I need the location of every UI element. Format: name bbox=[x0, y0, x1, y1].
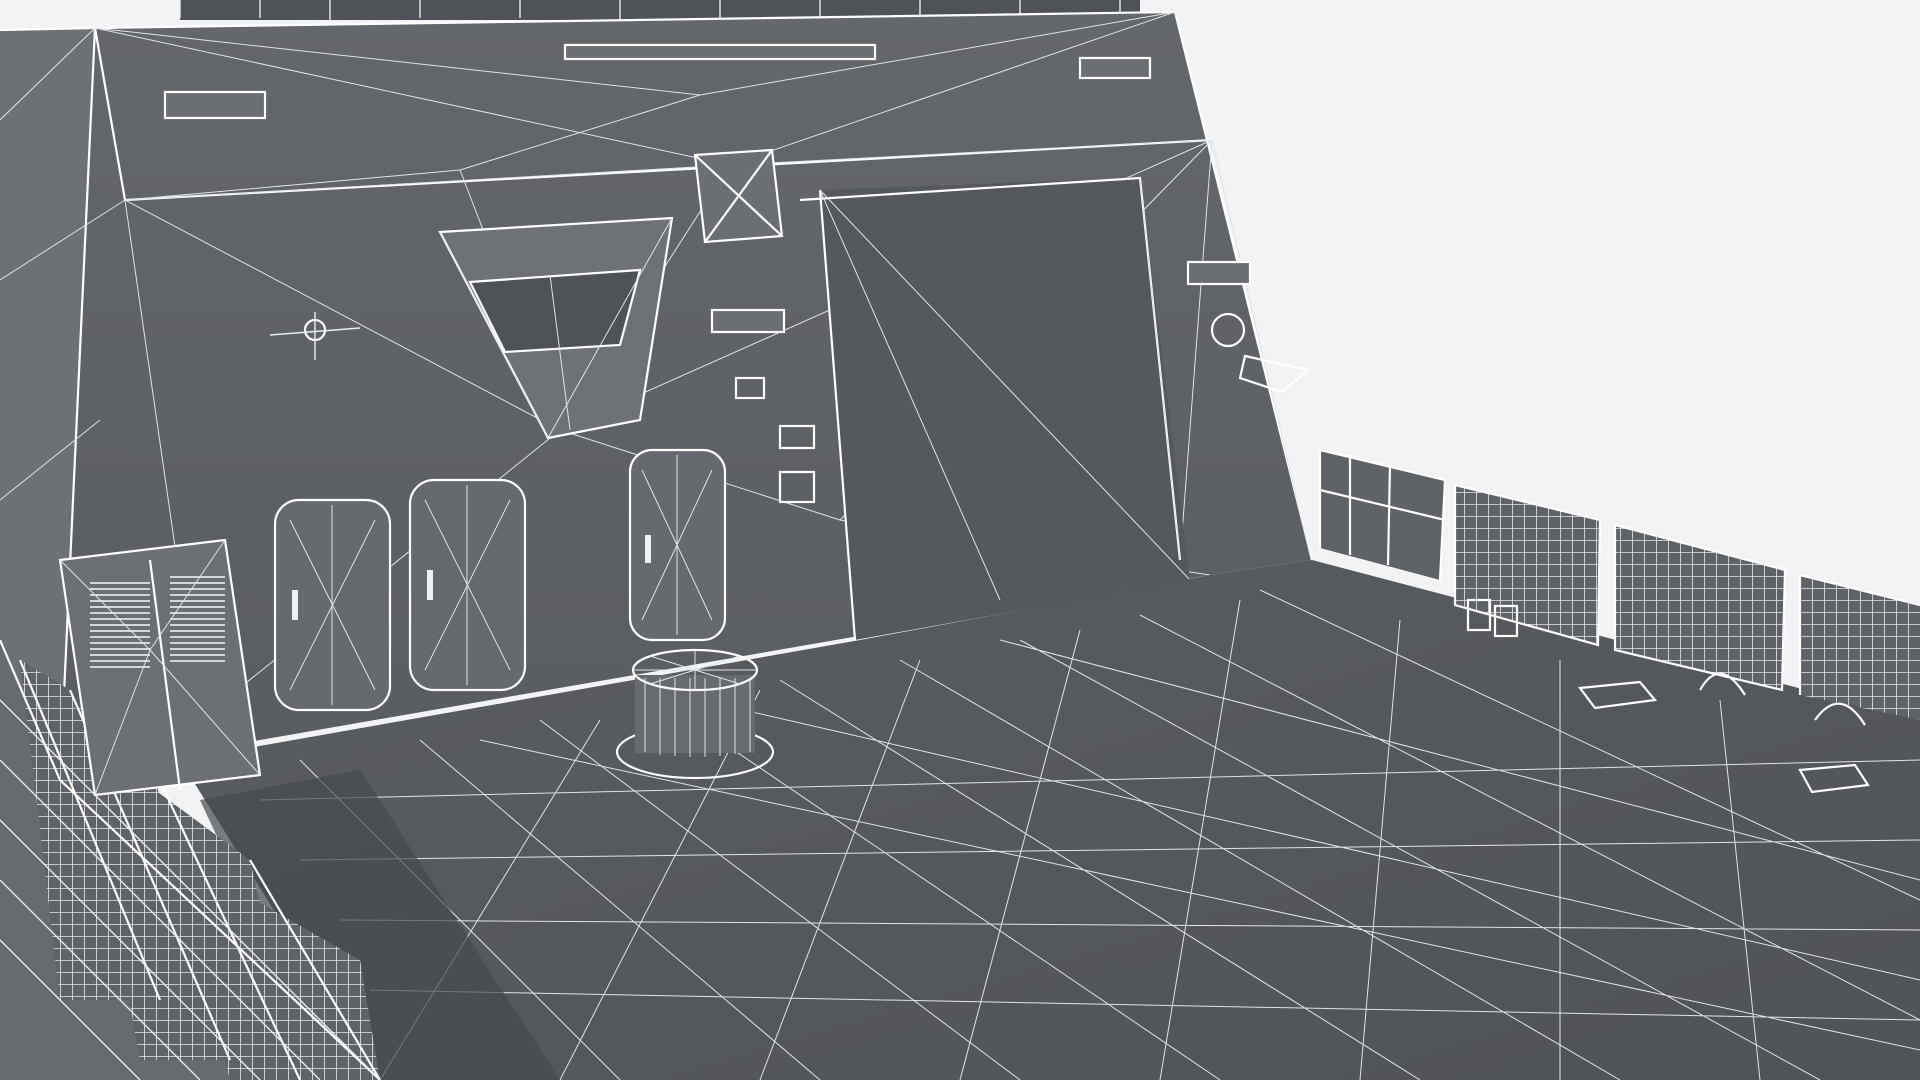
wireframe-render bbox=[0, 0, 1920, 1080]
vent-louver-unit bbox=[58, 538, 262, 797]
junction-box bbox=[693, 148, 784, 244]
hangar-door bbox=[799, 176, 1191, 641]
watertight-door-2 bbox=[408, 478, 527, 692]
watertight-door-1 bbox=[273, 498, 392, 712]
watertight-door-3 bbox=[628, 448, 727, 642]
